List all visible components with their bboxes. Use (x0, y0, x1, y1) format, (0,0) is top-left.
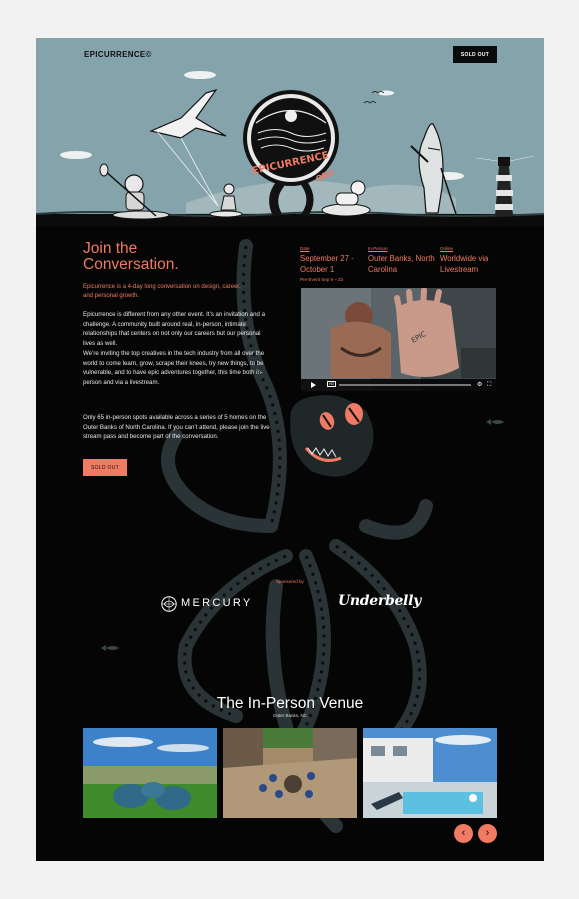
carousel-next-button[interactable]: › (478, 824, 497, 843)
video-controls: HD ⚙ ⛶ (301, 379, 496, 391)
intro-paragraph: Epicurrence is different from any other … (83, 311, 266, 347)
date-info: Date September 27 - October 1 (300, 246, 370, 275)
intro-lead: Epicurrence is a 4-day long conversation… (83, 284, 241, 299)
venue-photo[interactable] (363, 728, 497, 818)
sponsor-mercury[interactable]: MERCURY (181, 597, 253, 609)
inperson-value: Outer Banks, North Carolina (368, 254, 435, 274)
venue-photo[interactable] (223, 728, 357, 818)
chevron-left-icon: ‹ (461, 827, 466, 839)
join-heading: Join the Conversation. (83, 240, 179, 273)
venue-title: The In-Person Venue (216, 695, 364, 712)
venue-photo[interactable] (83, 728, 217, 818)
video-progress-track[interactable] (339, 384, 471, 386)
hd-badge[interactable]: HD (327, 381, 337, 387)
video-frame: EPIC (301, 288, 496, 391)
header-sold-out-button[interactable]: SOLD OUT (453, 46, 497, 63)
date-label: Date (300, 246, 310, 251)
date-value: September 27 - October 1 (300, 254, 354, 274)
online-value: Worldwide via Livestream (440, 254, 489, 274)
mercury-logo-icon (161, 596, 177, 612)
sponsor-underbelly[interactable]: Underbelly (338, 593, 421, 609)
carousel-prev-button[interactable]: ‹ (454, 824, 473, 843)
settings-gear-icon[interactable]: ⚙ (477, 381, 482, 389)
intro-paragraph: Only 65 in-person spots available across… (83, 414, 270, 441)
fullscreen-icon[interactable]: ⛶ (487, 381, 491, 389)
venue-subtitle: Outer Banks, NC (272, 713, 307, 718)
pre-event-note: Pre-Event Sep 9 – 23 (300, 277, 344, 282)
online-label: Online (440, 246, 454, 251)
page-frame: EPICURRENCE OBX EPICURRENCE© SOLD OUT Jo… (36, 38, 544, 861)
play-icon[interactable] (311, 382, 316, 388)
chevron-right-icon: › (485, 827, 490, 839)
sponsored-label: Sponsored by (276, 579, 304, 584)
video-player[interactable]: EPIC HD ⚙ ⛶ (301, 288, 496, 391)
inperson-label: In-Person (368, 246, 388, 251)
online-info: Online Worldwide via Livestream (440, 246, 510, 275)
body-sold-out-button[interactable]: SOLD OUT (83, 459, 127, 476)
inperson-info: In-Person Outer Banks, North Carolina (368, 246, 438, 275)
brand-logo[interactable]: EPICURRENCE© (84, 50, 152, 59)
hero-artwork: EPICURRENCE OBX (36, 71, 544, 226)
intro-paragraph: We’re inviting the top creatives in the … (83, 350, 265, 386)
hero-illustration: EPICURRENCE OBX EPICURRENCE© SOLD OUT (36, 38, 544, 226)
